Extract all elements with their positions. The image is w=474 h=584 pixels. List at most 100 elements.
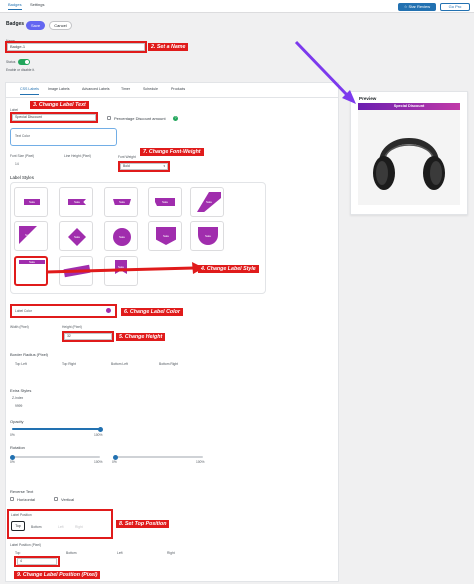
label-style-9[interactable]: Sale <box>148 221 182 251</box>
product-image <box>358 103 460 205</box>
rotation-x-max: 100% <box>94 460 103 464</box>
zindex-label: Z-Index <box>12 396 24 400</box>
font-size-value[interactable]: 14 <box>15 162 19 166</box>
annotation-set-name: 2. Set a Name <box>148 43 189 51</box>
horizontal-checkbox[interactable] <box>10 497 14 501</box>
pixel-left-label: Left <box>117 551 123 555</box>
position-top-button[interactable]: Top <box>11 521 25 531</box>
status-label: Status <box>6 60 16 64</box>
label-styles-title: Label Styles <box>10 175 34 180</box>
annotation-change-height: 5. Change Height <box>116 333 166 341</box>
opacity-min: 0% <box>10 433 15 437</box>
label-style-sample: Sale <box>68 199 86 205</box>
annotation-box-pixel-top <box>14 556 60 567</box>
label-style-sample: Sale <box>19 226 37 244</box>
pixel-bottom-label: Bottom <box>66 551 77 555</box>
bottom-left-label: Bottom Left <box>111 362 128 366</box>
opacity-label: Opacity <box>10 419 24 424</box>
font-size-label: Font Size (Pixel) <box>10 154 35 158</box>
annotation-change-label-color: 6. Change Label Color <box>121 308 183 316</box>
annotation-set-top-position: 8. Set Top Position <box>116 520 170 528</box>
position-left-button[interactable]: Left <box>58 525 64 529</box>
annotation-change-label-text: 3. Change Label Text <box>30 101 89 109</box>
tab-advanced-labels[interactable]: Advanced Labels <box>82 87 110 91</box>
annotation-change-label-position-pixel: 9. Change Label Position (Pixel) <box>14 571 101 579</box>
annotation-change-label-style: 4. Change Label Style <box>198 265 259 273</box>
horizontal-label: Horizontal <box>17 497 36 502</box>
tab-products[interactable]: Products <box>171 87 185 91</box>
save-button[interactable]: Save <box>26 21 45 30</box>
tab-schedule[interactable]: Schedule <box>143 87 158 91</box>
page-title: Badges <box>6 21 25 27</box>
percentage-discount-checkbox[interactable] <box>107 116 111 120</box>
pixel-right-label: Right <box>167 551 175 555</box>
cancel-button[interactable]: Cancel <box>49 21 72 30</box>
rotation-y-slider[interactable] <box>113 454 203 460</box>
label-color-swatch[interactable] <box>106 308 111 313</box>
status-help-text: Enable or disable it. <box>6 68 35 72</box>
label-style-4[interactable]: Sale <box>148 187 182 217</box>
extra-styles-title: Extra Styles <box>10 388 32 393</box>
opacity-slider[interactable] <box>12 426 103 432</box>
height-label: Height (Pixel) <box>62 325 82 329</box>
label-style-sample: Sale <box>156 227 176 245</box>
tabs-divider <box>5 97 339 98</box>
label-style-sample: Sale <box>68 228 86 246</box>
rotation-x-slider[interactable] <box>10 454 100 460</box>
annotation-arrow-label-style <box>46 262 204 274</box>
label-style-3[interactable]: Sale <box>104 187 138 217</box>
position-bottom-button[interactable]: Bottom <box>31 525 41 529</box>
font-weight-label: Font Weight <box>118 155 136 159</box>
info-icon[interactable]: ? <box>173 115 178 121</box>
rotation-y-knob[interactable] <box>113 454 118 460</box>
headphones-icon <box>358 103 460 205</box>
label-style-sample: Sale <box>155 198 175 206</box>
label-style-6[interactable]: Sale <box>14 221 48 251</box>
label-style-sample: Sale <box>19 260 45 264</box>
preview-title: Preview <box>359 96 377 101</box>
opacity-slider-knob[interactable] <box>97 426 103 432</box>
pixel-top-label: Top <box>15 551 21 555</box>
label-style-7[interactable]: Sale <box>59 221 93 251</box>
position-right-button[interactable]: Right <box>75 525 83 529</box>
settings-panel <box>5 82 339 582</box>
vertical-checkbox[interactable] <box>54 497 58 501</box>
annotation-arrow-preview <box>294 40 356 104</box>
label-styles-grid <box>10 182 266 294</box>
label-style-sample: Sale <box>198 227 218 245</box>
go-pro-button[interactable]: Go Pro <box>440 3 470 11</box>
label-style-sample: Sale <box>197 192 221 212</box>
tab-timer[interactable]: Timer <box>121 87 130 91</box>
annotation-box-height <box>62 331 114 342</box>
label-position-title: Label Position <box>11 513 32 517</box>
rotation-x-knob[interactable] <box>10 454 15 460</box>
opacity-max: 100% <box>94 433 103 437</box>
bottom-right-label: Bottom Right <box>159 362 179 366</box>
text-color-label: Text Color <box>15 134 30 138</box>
label-style-10[interactable]: Sale <box>190 221 224 251</box>
label-style-2[interactable]: Sale <box>59 187 93 217</box>
zindex-value[interactable]: 9999 <box>15 404 22 408</box>
status-toggle[interactable] <box>18 59 30 65</box>
label-style-5[interactable]: Sale <box>190 187 224 217</box>
label-color-label: Label Color <box>15 309 32 313</box>
tab-settings[interactable]: Settings <box>30 2 44 7</box>
label-style-8[interactable]: Sale <box>104 221 138 251</box>
annotation-box-font-weight <box>118 161 170 172</box>
label-style-sample: Sale <box>113 199 131 205</box>
label-style-11-selected[interactable]: Sale <box>14 256 48 286</box>
reverse-text-label: Reverse Text <box>10 489 34 494</box>
annotation-box-name <box>5 41 147 53</box>
label-style-1[interactable]: Sale <box>14 187 48 217</box>
annotation-change-font-weight: 7. Change Font-Weight <box>140 148 204 156</box>
preview-badge: Special Discount <box>358 103 460 110</box>
rotation-label: Rotation <box>10 445 25 450</box>
star-review-button[interactable]: ☆ Star Review <box>398 3 436 11</box>
tab-badges[interactable]: Badges <box>8 2 22 10</box>
label-position-pixel-title: Label Position (Pixel) <box>10 543 41 547</box>
annotation-box-label-text <box>10 112 98 123</box>
tab-css-labels[interactable]: CSS Labels <box>20 87 39 95</box>
rotation-x-min: 0% <box>10 460 15 464</box>
tab-image-labels[interactable]: Image Labels <box>48 87 70 91</box>
rotation-y-max: 100% <box>196 460 205 464</box>
